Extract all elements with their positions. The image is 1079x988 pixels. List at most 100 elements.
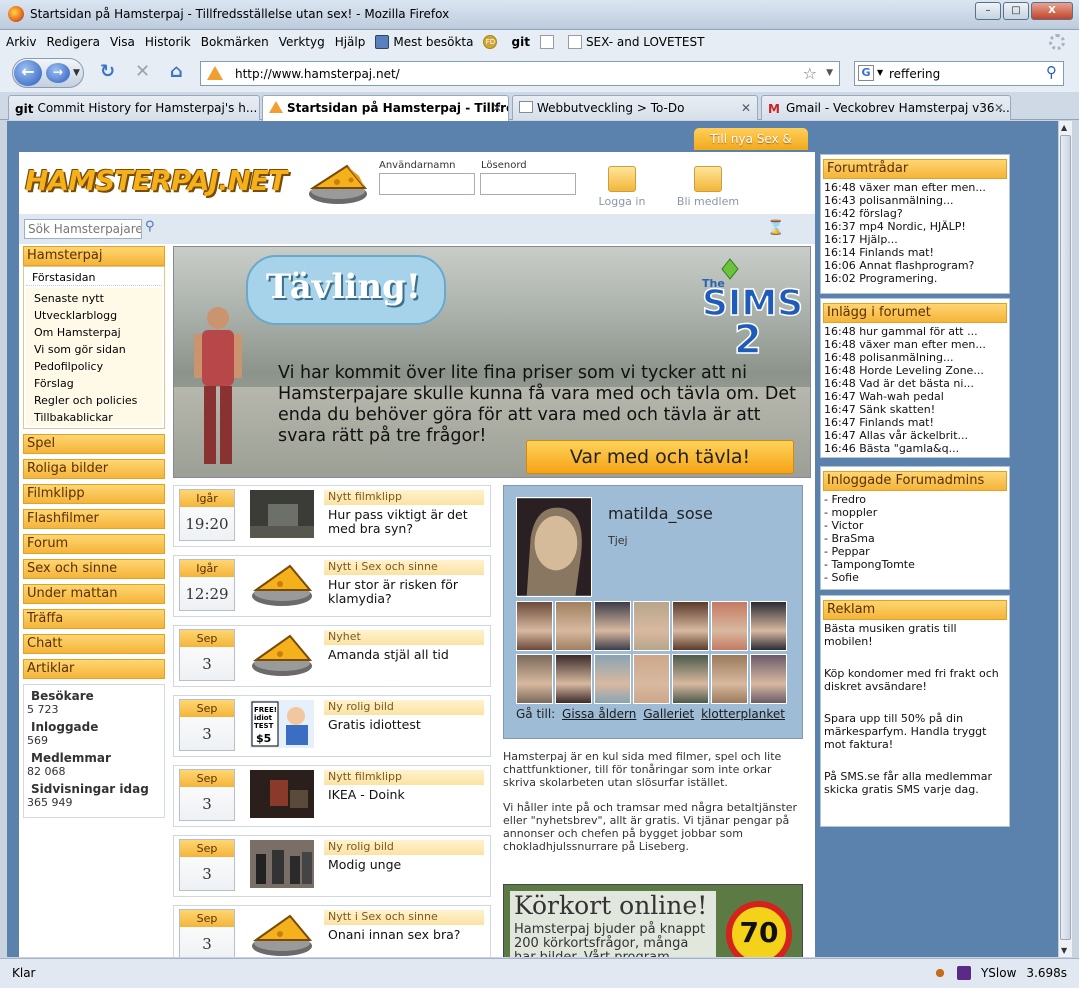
stop-icon[interactable]: ✕ (135, 63, 150, 81)
bookmark-sex-lovetest[interactable]: SEX- and LOVETEST (567, 35, 704, 49)
profile-thumbnail[interactable] (633, 654, 670, 704)
reload-icon[interactable]: ↻ (100, 63, 115, 81)
close-tab-icon[interactable]: ✕ (994, 101, 1004, 115)
news-item[interactable]: Sep 3 Ny rolig bild Modig unge (173, 835, 491, 897)
nav-head-hamsterpaj[interactable]: Hamsterpaj (23, 246, 165, 266)
tab-webbutveckling[interactable]: Webbutveckling > To-Do ✕ (512, 95, 758, 120)
video-thumbnail[interactable] (250, 770, 314, 818)
nav-item-forslag[interactable]: Förslag (26, 375, 162, 392)
history-dropdown-icon[interactable]: ▼ (73, 68, 80, 78)
register-button[interactable]: Bli medlem (671, 166, 745, 208)
profile-thumbnail[interactable] (750, 654, 787, 704)
ad-link[interactable]: På SMS.se får alla medlemmar skicka grat… (821, 770, 1009, 796)
firebug-icon[interactable] (932, 966, 947, 980)
forum-thread-link[interactable]: 16:14 Finlands mat! (821, 246, 1009, 259)
video-thumbnail[interactable] (250, 490, 314, 538)
scroll-up-icon[interactable]: ▲ (1061, 123, 1067, 132)
news-title[interactable]: Gratis idiottest (328, 718, 488, 732)
menu-visa[interactable]: Visa (110, 35, 135, 49)
nav-head-spel[interactable]: Spel (23, 434, 165, 454)
yslow-icon[interactable] (956, 966, 971, 980)
admin-name[interactable]: - BraSma (821, 532, 1009, 545)
login-button[interactable]: Logga in (597, 166, 647, 208)
google-icon[interactable]: G (858, 65, 874, 81)
nav-item-om-hamsterpaj[interactable]: Om Hamsterpaj (26, 324, 162, 341)
news-item[interactable]: Sep 3 FREE! idiot TEST $5 Ny rolig bild … (173, 695, 491, 757)
profile-thumbnail[interactable] (555, 654, 592, 704)
bookmark-git[interactable]: git (511, 35, 529, 49)
nav-item-vi-som-gor-sidan[interactable]: Vi som gör sidan (26, 341, 162, 358)
forward-button[interactable]: → (46, 63, 70, 83)
news-item[interactable]: Sep 3 Nytt i Sex och sinne Onani innan s… (173, 905, 491, 957)
password-field[interactable] (480, 173, 576, 195)
nav-item-tillbakablickar[interactable]: Tillbakablickar (26, 409, 162, 426)
korkort-ad[interactable]: Körkort online! Hamsterpaj bjuder på kna… (503, 884, 803, 957)
profile-thumbnail[interactable] (594, 654, 631, 704)
maximize-button[interactable]: □ (1003, 2, 1029, 20)
forum-post-link[interactable]: 16:47 Wah-wah pedal (821, 390, 1009, 403)
menu-historik[interactable]: Historik (145, 35, 191, 49)
photo-thumbnail[interactable] (250, 840, 314, 888)
back-button[interactable]: ← (14, 60, 42, 86)
forum-thread-link[interactable]: 16:02 Programering. (821, 272, 1009, 285)
join-contest-button[interactable]: Var med och tävla! (526, 440, 794, 474)
profile-thumbnail[interactable] (711, 601, 748, 651)
profile-username[interactable]: matilda_sose (608, 504, 713, 523)
forum-post-link[interactable]: 16:46 Bästa "gamla&q... (821, 442, 1009, 455)
news-title[interactable]: Onani innan sex bra? (328, 928, 488, 942)
forum-thread-link[interactable]: 16:48 växer man efter men... (821, 181, 1009, 194)
admin-name[interactable]: - TampongTomte (821, 558, 1009, 571)
nav-item-senaste-nytt[interactable]: Senaste nytt (26, 290, 162, 307)
news-title[interactable]: Hur stor är risken för klamydia? (328, 578, 488, 606)
site-search-input[interactable]: Sök Hamsterpajare (24, 219, 142, 239)
news-item[interactable]: Sep 3 Nytt filmklipp IKEA - Doink (173, 765, 491, 827)
news-title[interactable]: Amanda stjäl all tid (328, 648, 488, 662)
url-dropdown-icon[interactable]: ▼ (826, 68, 833, 78)
forum-post-link[interactable]: 16:47 Allas vår äckelbrit... (821, 429, 1009, 442)
cheese-pie-thumbnail-icon[interactable] (250, 910, 314, 957)
tab-git-commit-history[interactable]: git Commit History for Hamsterpaj's h... (8, 95, 260, 120)
forum-thread-link[interactable]: 16:42 förslag? (821, 207, 1009, 220)
admin-name[interactable]: - Sofie (821, 571, 1009, 584)
menu-redigera[interactable]: Redigera (47, 35, 100, 49)
scroll-thumb[interactable] (1060, 135, 1071, 940)
forum-post-link[interactable]: 16:47 Sänk skatten! (821, 403, 1009, 416)
nav-head-roliga-bilder[interactable]: Roliga bilder (23, 459, 165, 479)
news-item[interactable]: Sep 3 Nyhet Amanda stjäl all tid (173, 625, 491, 687)
nav-item-forstasidan[interactable]: Förstasidan (26, 269, 162, 286)
close-tab-icon[interactable]: ✕ (492, 101, 502, 115)
username-field[interactable] (379, 173, 475, 195)
search-icon[interactable]: ⚲ (145, 219, 155, 234)
forum-post-link[interactable]: 16:48 växer man efter men... (821, 338, 1009, 351)
profile-thumbnail[interactable] (516, 654, 553, 704)
news-title[interactable]: Hur pass viktigt är det med bra syn? (328, 508, 488, 536)
profile-thumbnail[interactable] (750, 601, 787, 651)
forum-thread-link[interactable]: 16:37 mp4 Nordic, HJÄLP! (821, 220, 1009, 233)
url-bar[interactable]: http://www.hamsterpaj.net/ ☆ ▼ (200, 61, 840, 86)
ad-link[interactable]: Spara upp till 50% på din märkesparfym. … (821, 712, 1009, 751)
link-galleriet[interactable]: Galleriet (643, 707, 694, 721)
scroll-down-icon[interactable]: ▼ (1061, 946, 1067, 955)
admin-name[interactable]: - Fredro (821, 493, 1009, 506)
search-bar[interactable]: G ▼ reffering ⚲ (854, 61, 1064, 86)
nav-item-regler[interactable]: Regler och policies (26, 392, 162, 409)
forum-threads-title[interactable]: Forumtrådar (823, 159, 1007, 179)
nav-head-traffa[interactable]: Träffa (23, 609, 165, 629)
menu-verktyg[interactable]: Verktyg (279, 35, 325, 49)
forum-post-link[interactable]: 16:48 polisanmälning... (821, 351, 1009, 364)
nav-head-flashfilmer[interactable]: Flashfilmer (23, 509, 165, 529)
contest-banner[interactable]: Tävling! The SIMS 2 Vi har kommit över l… (173, 246, 811, 478)
menu-hjalp[interactable]: Hjälp (335, 35, 366, 49)
forum-thread-link[interactable]: 16:43 polisanmälning... (821, 194, 1009, 207)
yslow-label[interactable]: YSlow (981, 966, 1016, 980)
ad-link[interactable]: Bästa musiken gratis till mobilen! (821, 622, 1009, 648)
nav-item-utvecklarblogg[interactable]: Utvecklarblogg (26, 307, 162, 324)
forum-post-link[interactable]: 16:48 hur gammal för att ... (821, 325, 1009, 338)
comic-thumbnail[interactable]: FREE! idiot TEST $5 (250, 700, 314, 748)
news-title[interactable]: IKEA - Doink (328, 788, 488, 802)
forum-post-link[interactable]: 16:47 Finlands mat! (821, 416, 1009, 429)
site-logo[interactable]: HAMSTERPAJ.NET (25, 164, 287, 197)
profile-thumbnail[interactable] (516, 601, 553, 651)
link-gissa-aldern[interactable]: Gissa åldern (562, 707, 636, 721)
news-item[interactable]: Igår 12:29 Nytt i Sex och sinne Hur stor… (173, 555, 491, 617)
